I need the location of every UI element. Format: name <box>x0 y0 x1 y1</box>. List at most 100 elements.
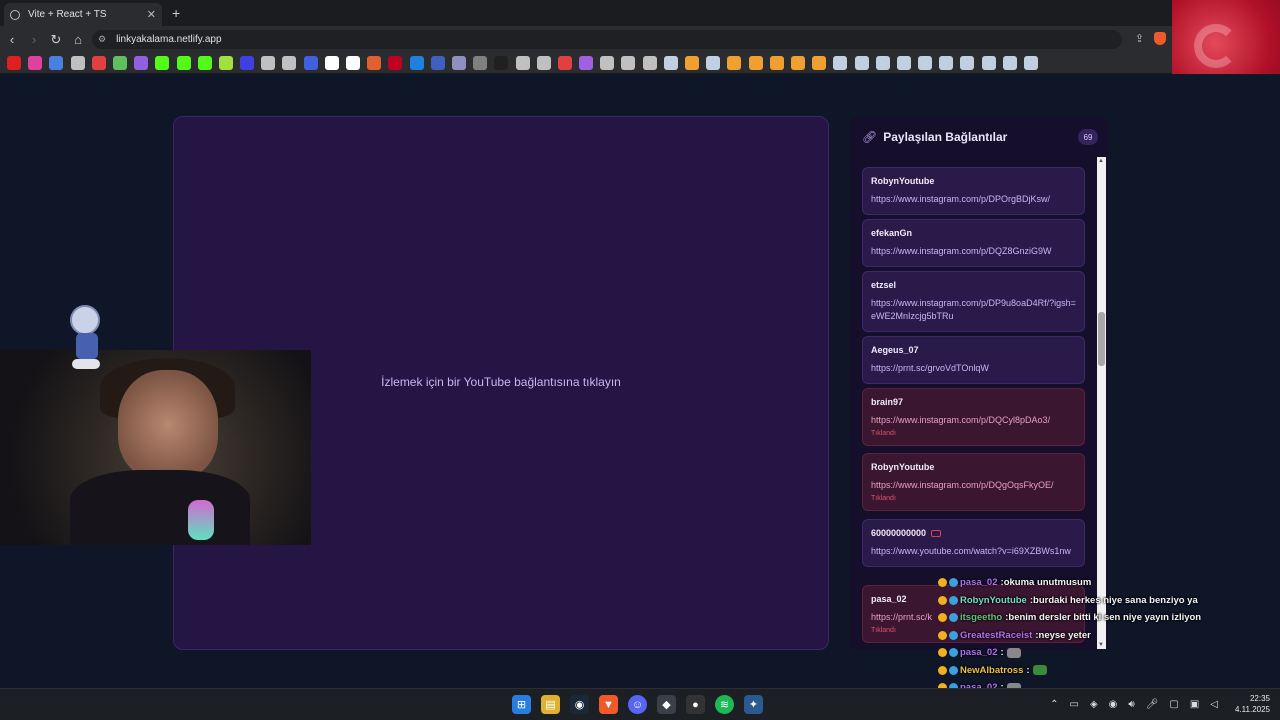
bookmark-favicon-icon[interactable] <box>875 56 890 70</box>
back-button[interactable]: ‹ <box>2 32 22 47</box>
bookmark-favicon-icon[interactable] <box>324 56 339 70</box>
link-card-url[interactable]: https://www.instagram.com/p/DQZ8GnziG9W <box>871 245 1076 258</box>
bookmark-favicon-icon[interactable] <box>960 56 975 70</box>
battery-icon[interactable]: ▭ <box>1069 699 1078 710</box>
windows-start-icon[interactable]: ⊞ <box>512 695 531 714</box>
bookmark-favicon-icon[interactable] <box>621 56 636 70</box>
close-tab-icon[interactable]: ✕ <box>147 8 156 21</box>
chat-badge-icon <box>938 578 947 588</box>
discord-icon[interactable]: ☺ <box>628 695 647 714</box>
clock[interactable]: 22:35 4.11.2025 <box>1235 693 1270 715</box>
bookmark-favicon-icon[interactable] <box>557 56 572 70</box>
bookmark-favicon-icon[interactable] <box>218 56 233 70</box>
chat-badge-icon <box>949 595 958 605</box>
bookmark-favicon-icon[interactable] <box>896 56 911 70</box>
share-icon[interactable]: ⇪ <box>1135 32 1144 45</box>
speaker-icon[interactable]: ◁ <box>1210 699 1218 710</box>
epic-icon[interactable]: ◆ <box>657 695 676 714</box>
forward-button[interactable]: › <box>24 32 44 47</box>
link-card-url[interactable]: https://www.youtube.com/watch?v=i69XZBWs… <box>871 545 1076 558</box>
tray-overflow-icon[interactable]: ⌃ <box>1050 699 1058 710</box>
bookmark-favicon-icon[interactable] <box>473 56 488 70</box>
brave-shields-icon[interactable] <box>1154 32 1166 45</box>
bookmark-favicon-icon[interactable] <box>939 56 954 70</box>
steam-tray-icon[interactable]: ◉ <box>1109 699 1118 710</box>
bookmark-favicon-icon[interactable] <box>1002 56 1017 70</box>
bookmark-favicon-icon[interactable] <box>918 56 933 70</box>
chat-username: pasa_02 <box>960 647 998 659</box>
link-card[interactable]: brain97 https://www.instagram.com/p/DQCyl… <box>862 388 1085 446</box>
bookmark-favicon-icon[interactable] <box>303 56 318 70</box>
link-card-url[interactable]: https://www.instagram.com/p/DQCyl8pDAo3/ <box>871 414 1076 427</box>
bookmark-favicon-icon[interactable] <box>451 56 466 70</box>
link-card-url[interactable]: https://www.instagram.com/p/DPOrgBDjKsw/ <box>871 193 1076 206</box>
link-card[interactable]: efekanGn https://www.instagram.com/p/DQZ8… <box>862 219 1085 267</box>
bookmark-favicon-icon[interactable] <box>748 56 763 70</box>
bookmark-favicon-icon[interactable] <box>91 56 106 70</box>
bookmark-favicon-icon[interactable] <box>1024 56 1038 70</box>
site-settings-icon[interactable]: ⚙ <box>98 34 106 45</box>
link-count-badge: 69 <box>1078 129 1098 145</box>
bookmark-favicon-icon[interactable] <box>134 56 149 70</box>
link-card-url[interactable]: https://www.instagram.com/p/DQgOqsFkyOE/ <box>871 479 1076 492</box>
reload-button[interactable]: ↻ <box>46 32 66 48</box>
network-icon[interactable]: ▣ <box>1190 699 1199 710</box>
scroll-up-icon[interactable]: ▲ <box>1098 158 1104 164</box>
bookmark-favicon-icon[interactable] <box>49 56 64 70</box>
steam-icon[interactable]: ◉ <box>570 695 589 714</box>
bookmark-favicon-icon[interactable] <box>261 56 276 70</box>
bookmark-favicon-icon[interactable] <box>28 56 43 70</box>
bookmarks-bar <box>0 53 1172 74</box>
bookmark-favicon-icon[interactable] <box>663 56 678 70</box>
scrollbar-thumb[interactable] <box>1098 312 1105 366</box>
browser-tab[interactable]: Vite + React + TS ✕ <box>4 3 162 26</box>
bookmark-favicon-icon[interactable] <box>515 56 530 70</box>
bookmark-favicon-icon[interactable] <box>706 56 721 70</box>
settings-app-icon[interactable]: ✦ <box>744 695 763 714</box>
bookmark-favicon-icon[interactable] <box>600 56 615 70</box>
link-card[interactable]: RobynYoutube https://www.instagram.com/p/… <box>862 453 1085 511</box>
display-icon[interactable]: ▢ <box>1169 699 1178 710</box>
bookmark-favicon-icon[interactable] <box>430 56 445 70</box>
bookmark-favicon-icon[interactable] <box>727 56 742 70</box>
brave-icon[interactable]: ▼ <box>599 695 618 714</box>
spotify-icon[interactable]: ≋ <box>715 695 734 714</box>
bookmark-favicon-icon[interactable] <box>790 56 805 70</box>
bookmark-favicon-icon[interactable] <box>176 56 191 70</box>
bookmark-favicon-icon[interactable] <box>155 56 170 70</box>
bookmark-icon[interactable]: ⌂ <box>68 32 88 47</box>
bookmark-favicon-icon[interactable] <box>579 56 594 70</box>
shield-icon[interactable]: ◈ <box>1090 699 1098 710</box>
bookmark-favicon-icon[interactable] <box>536 56 551 70</box>
bookmark-favicon-icon[interactable] <box>769 56 784 70</box>
bookmark-favicon-icon[interactable] <box>409 56 424 70</box>
bookmark-favicon-icon[interactable] <box>346 56 360 70</box>
bookmark-favicon-icon[interactable] <box>854 56 869 70</box>
bookmark-favicon-icon[interactable] <box>197 56 212 70</box>
file-explorer-icon[interactable]: ▤ <box>541 695 560 714</box>
link-card-url[interactable]: https://www.instagram.com/p/DP9u8oaD4Rf/… <box>871 297 1076 323</box>
bookmark-favicon-icon[interactable] <box>70 56 85 70</box>
volume-icon[interactable]: 🔊︎ <box>1128 699 1134 710</box>
bookmark-favicon-icon[interactable] <box>240 56 255 70</box>
new-tab-button[interactable]: + <box>172 5 180 21</box>
bookmark-favicon-icon[interactable] <box>367 56 382 70</box>
bookmark-favicon-icon[interactable] <box>642 56 657 70</box>
link-card[interactable]: Aegeus_07 https://prnt.sc/grvoVdTOnlqW <box>862 336 1085 384</box>
bookmark-favicon-icon[interactable] <box>833 56 848 70</box>
bookmark-favicon-icon[interactable] <box>685 56 699 70</box>
bookmark-favicon-icon[interactable] <box>7 56 21 70</box>
link-card[interactable]: etzsel https://www.instagram.com/p/DP9u8o… <box>862 271 1085 332</box>
bookmark-favicon-icon[interactable] <box>981 56 996 70</box>
link-card[interactable]: RobynYoutube https://www.instagram.com/p/… <box>862 167 1085 215</box>
link-card[interactable]: 60000000000 https://www.youtube.com/watch… <box>862 519 1085 567</box>
bookmark-favicon-icon[interactable] <box>494 56 509 70</box>
bookmark-favicon-icon[interactable] <box>282 56 297 70</box>
bookmark-favicon-icon[interactable] <box>112 56 127 70</box>
bookmark-favicon-icon[interactable] <box>812 56 827 70</box>
obs-icon[interactable]: ● <box>686 695 705 714</box>
link-card-url[interactable]: https://prnt.sc/grvoVdTOnlqW <box>871 362 1076 375</box>
bookmark-favicon-icon[interactable] <box>388 56 403 70</box>
microphone-icon[interactable]: 🎤︎ <box>1146 699 1159 710</box>
url-field[interactable]: ⚙ linkyakalama.netlify.app <box>92 30 1122 49</box>
